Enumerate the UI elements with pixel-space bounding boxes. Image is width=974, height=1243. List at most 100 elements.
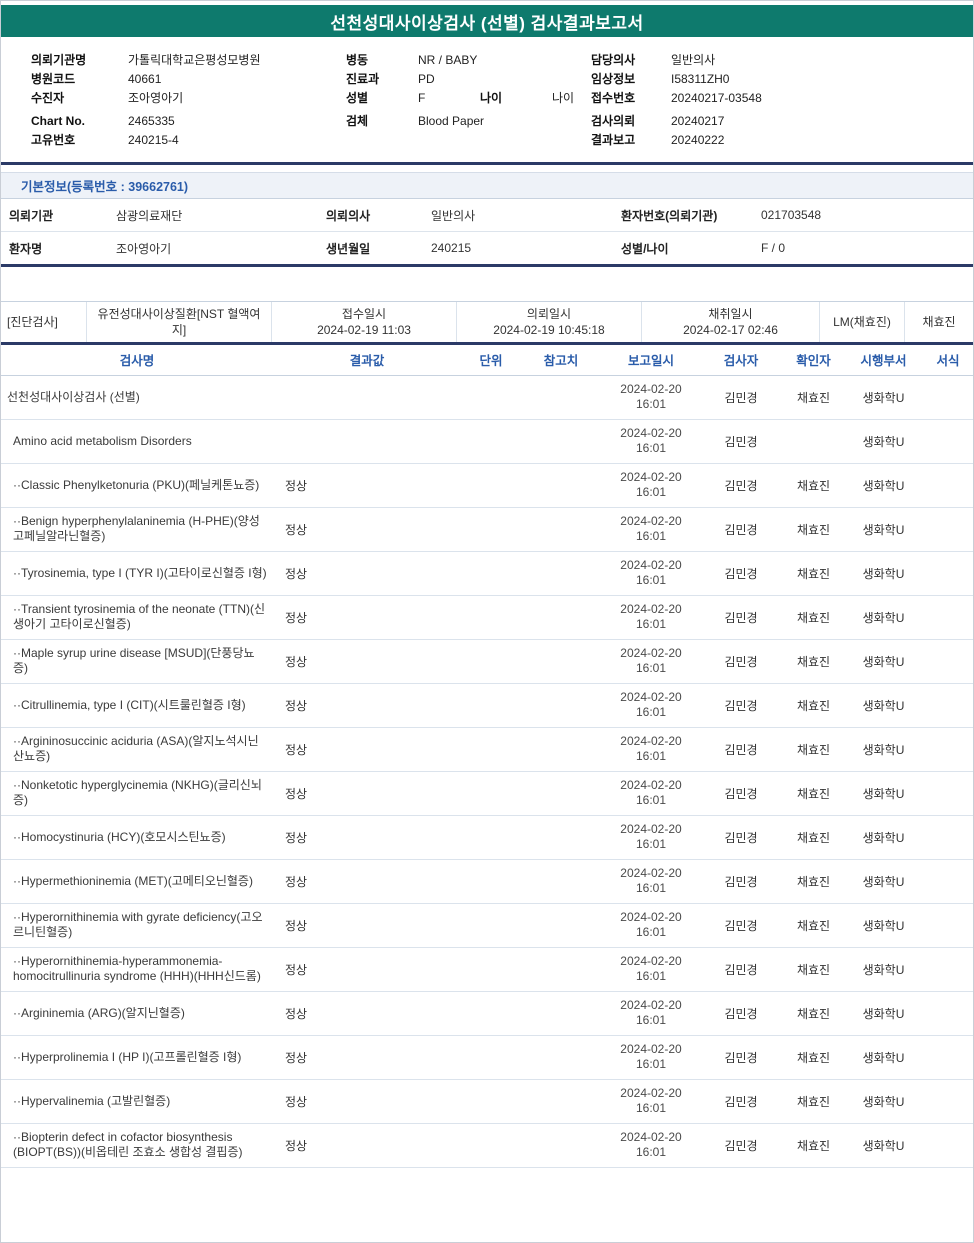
form-cell (921, 771, 973, 816)
department-cell: 생화학U (846, 815, 921, 860)
specimen-test-name-text: 유전성대사이상질환[NST 혈액여지] (97, 307, 261, 337)
test-name-cell: ··Classic Phenylketonuria (PKU)(페닐케톤뇨증) (1, 463, 273, 508)
test-name-cell: ··Benign hyperphenylalaninemia (H-PHE)(양… (1, 507, 273, 552)
result-row: ··Biopterin defect in cofactor biosynthe… (1, 1123, 973, 1168)
tester-cell: 김민경 (701, 1123, 781, 1168)
info-value: 40661 (128, 72, 162, 86)
result-row: ··Hyperornithinemia-hyperammonemia-homoc… (1, 947, 973, 992)
report-time: 16:01 (635, 705, 667, 719)
basic-info-label: 생년월일 (326, 241, 371, 256)
basic-info-label: 성별/나이 (621, 241, 669, 256)
info-value: NR / BABY (418, 53, 478, 67)
result-value-cell: 정상 (273, 1123, 461, 1168)
basic-info-label: 환자명 (9, 241, 43, 256)
form-cell (921, 639, 973, 684)
info-label: 결과보고 (591, 133, 636, 147)
tester-cell: 김민경 (701, 595, 781, 640)
results-column-header: 확인자 (781, 345, 846, 376)
confirmer-cell (781, 419, 846, 464)
result-row: ··Transient tyrosinemia of the neonate (… (1, 595, 973, 640)
request-datetime-value: 2024-02-19 10:45:18 (493, 323, 605, 337)
report-datetime-cell: 2024-02-20 16:01 (601, 683, 701, 728)
test-name-cell: ··Homocystinuria (HCY)(호모시스틴뇨증) (1, 815, 273, 860)
info-row: 접수번호 20240217-03548 (591, 89, 931, 108)
form-cell (921, 463, 973, 508)
form-cell (921, 683, 973, 728)
report-date: 2024-02-20 (620, 866, 682, 880)
report-date: 2024-02-20 (620, 1086, 682, 1100)
report-datetime-cell: 2024-02-20 16:01 (601, 815, 701, 860)
tester-cell: 김민경 (701, 1079, 781, 1124)
specimen-request-datetime: 의뢰일시 2024-02-19 10:45:18 (456, 302, 641, 342)
report-datetime-cell: 2024-02-20 16:01 (601, 639, 701, 684)
tester-cell: 김민경 (701, 859, 781, 904)
report-time: 16:01 (635, 969, 667, 983)
specimen-collect-datetime: 채취일시 2024-02-17 02:46 (641, 302, 819, 342)
basic-info-row: 환자명 조아영아기 생년월일 240215 성별/나이 F / 0 (1, 231, 973, 264)
unit-cell (461, 727, 521, 772)
report-time: 16:01 (635, 1101, 667, 1115)
reference-cell (521, 1123, 601, 1168)
basic-info-table: 의뢰기관 삼광의료재단 의뢰의사 일반의사 환자번호(의뢰기관) 021703548 환자명… (1, 198, 973, 267)
report-time: 16:01 (635, 485, 667, 499)
basic-info-value: 021703548 (761, 208, 822, 222)
unit-cell (461, 771, 521, 816)
result-row: ··Hyperprolinemia I (HP I)(고프롤린혈증 I형) 정상 2… (1, 1035, 973, 1080)
confirmer-cell: 채효진 (781, 815, 846, 860)
tester-cell: 김민경 (701, 991, 781, 1036)
specimen-collector-confirm: 채효진 (904, 302, 973, 342)
results-column-header: 결과값 (273, 345, 461, 376)
report-datetime-cell: 2024-02-20 16:01 (601, 1079, 701, 1124)
unit-cell (461, 947, 521, 992)
specimen-collector-confirm-text: 채효진 (922, 315, 956, 329)
collect-datetime-value: 2024-02-17 02:46 (683, 323, 778, 337)
patient-info-header: 의뢰기관명 가톨릭대학교은평성모병원 병원코드 40661 수진자 조아영아기 Chart … (1, 37, 973, 162)
reference-cell (521, 639, 601, 684)
report-datetime-cell: 2024-02-20 16:01 (601, 595, 701, 640)
confirmer-cell: 채효진 (781, 859, 846, 904)
report-time: 16:01 (635, 793, 667, 807)
info-value: 일반의사 (671, 53, 716, 67)
department-cell: 생화학U (846, 1079, 921, 1124)
result-row: ··Hypervalinemia (고발린혈증) 정상 2024-02-20 16:0… (1, 1079, 973, 1124)
confirmer-cell: 채효진 (781, 683, 846, 728)
result-row: Amino acid metabolism Disorders 2024-02-2… (1, 419, 973, 464)
department-cell: 생화학U (846, 639, 921, 684)
report-date: 2024-02-20 (620, 998, 682, 1012)
info-row: 의뢰기관명 가톨릭대학교은평성모병원 (31, 51, 346, 70)
form-cell (921, 1123, 973, 1168)
test-name-cell: ··Hypermethioninemia (MET)(고메티오닌혈증) (1, 859, 273, 904)
request-datetime-label: 의뢰일시 (526, 307, 572, 321)
unit-cell (461, 595, 521, 640)
reference-cell (521, 1079, 601, 1124)
report-time: 16:01 (635, 925, 667, 939)
department-cell: 생화학U (846, 1035, 921, 1080)
report-datetime-cell: 2024-02-20 16:01 (601, 507, 701, 552)
info-row: 검체 Blood Paper (346, 112, 591, 131)
report-datetime-cell: 2024-02-20 16:01 (601, 1123, 701, 1168)
form-cell (921, 419, 973, 464)
tester-cell: 김민경 (701, 903, 781, 948)
info-value: I58311ZH0 (671, 72, 730, 86)
unit-cell (461, 683, 521, 728)
tester-cell: 김민경 (701, 1035, 781, 1080)
confirmer-cell: 채효진 (781, 595, 846, 640)
report-date: 2024-02-20 (620, 382, 682, 396)
department-cell: 생화학U (846, 991, 921, 1036)
info-label: 검체 (346, 114, 369, 128)
report-datetime-cell: 2024-02-20 16:01 (601, 947, 701, 992)
report-date: 2024-02-20 (620, 558, 682, 572)
report-date: 2024-02-20 (620, 954, 682, 968)
report-datetime-cell: 2024-02-20 16:01 (601, 903, 701, 948)
report-datetime-cell: 2024-02-20 16:01 (601, 991, 701, 1036)
test-name-cell: ··Tyrosinemia, type I (TYR I)(고타이로신혈증 I형… (1, 551, 273, 596)
report-date: 2024-02-20 (620, 426, 682, 440)
confirmer-cell: 채효진 (781, 1079, 846, 1124)
result-value-cell: 정상 (273, 683, 461, 728)
test-name-cell: ··Hyperprolinemia I (HP I)(고프롤린혈증 I형) (1, 1035, 273, 1080)
results-column-header: 서식 (921, 345, 973, 376)
info-label: 의뢰기관명 (31, 53, 87, 67)
confirmer-cell: 채효진 (781, 463, 846, 508)
report-time: 16:01 (635, 661, 667, 675)
results-column-header: 검사명 (1, 345, 273, 376)
